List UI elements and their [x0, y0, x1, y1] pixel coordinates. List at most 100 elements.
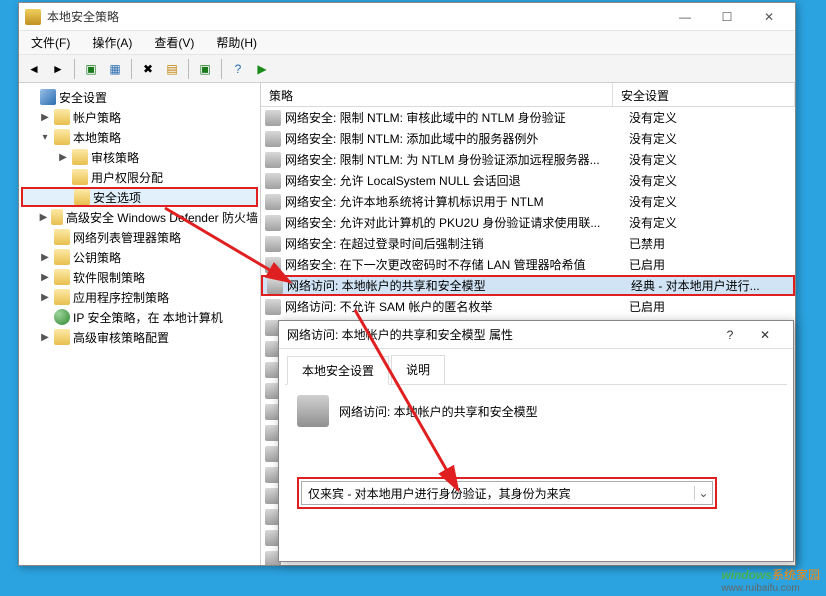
tree-item-label: 帐户策略	[73, 109, 121, 126]
policy-icon	[265, 173, 281, 189]
tab-local-security[interactable]: 本地安全设置	[287, 356, 389, 385]
policy-row[interactable]: 网络安全: 在下一次更改密码时不存储 LAN 管理器哈希值已启用	[261, 254, 795, 275]
policy-row[interactable]: 网络安全: 允许本地系统将计算机标识用于 NTLM没有定义	[261, 191, 795, 212]
folder-icon	[54, 249, 70, 265]
tree-item[interactable]: ▶应用程序控制策略	[21, 287, 258, 307]
tree-item-label: 安全选项	[93, 189, 141, 206]
tree-expander[interactable]: ▾	[39, 132, 51, 143]
dialog-help-button[interactable]: ?	[715, 328, 745, 342]
policy-row[interactable]: 网络安全: 在超过登录时间后强制注销已禁用	[261, 233, 795, 254]
tree-item[interactable]: ▶ 高级审核策略配置	[21, 327, 258, 347]
policy-icon	[267, 278, 283, 294]
policy-name: 网络访问: 本地帐户的共享和安全模型	[287, 277, 631, 294]
policy-name: 网络安全: 限制 NTLM: 为 NTLM 身份验证添加远程服务器...	[285, 151, 629, 168]
policy-row[interactable]: 网络访问: 不允许 SAM 帐户的匿名枚举已启用	[261, 296, 795, 317]
help-button[interactable]: ?	[227, 58, 249, 80]
tree-item[interactable]: ▶公钥策略	[21, 247, 258, 267]
folder-icon	[54, 109, 70, 125]
tree-root[interactable]: 安全设置	[21, 87, 258, 107]
col-policy[interactable]: 策略	[261, 83, 613, 106]
folder-icon	[54, 329, 70, 345]
back-button[interactable]: ◄	[23, 58, 45, 80]
minimize-button[interactable]: —	[665, 5, 705, 29]
tree-expander[interactable]: ▶	[57, 152, 69, 163]
policy-value: 没有定义	[629, 172, 795, 189]
toolbar: ◄ ► ▣ ▦ ✖ ▤ ▣ ? ▶	[19, 55, 795, 83]
tree-item-label: 高级审核策略配置	[73, 329, 169, 346]
policy-name: 网络安全: 限制 NTLM: 添加此域中的服务器例外	[285, 130, 629, 147]
tree-expander[interactable]: ▶	[39, 292, 51, 303]
watermark: windows系统家园 www.ruibaifu.com	[721, 566, 820, 594]
refresh-button[interactable]: ▶	[251, 58, 273, 80]
tree-item-label: 审核策略	[91, 149, 139, 166]
titlebar: 本地安全策略 — ☐ ✕	[19, 3, 795, 31]
delete-button[interactable]: ✖	[137, 58, 159, 80]
policy-value: 没有定义	[629, 130, 795, 147]
policy-icon	[265, 236, 281, 252]
policy-name: 网络访问: 不允许 SAM 帐户的匿名枚举	[285, 298, 629, 315]
folder-icon	[72, 169, 88, 185]
col-setting[interactable]: 安全设置	[613, 83, 795, 106]
tree-expander[interactable]: ▶	[39, 212, 48, 223]
tree-item[interactable]: ▶ 审核策略	[21, 147, 258, 167]
dialog-close-button[interactable]: ✕	[745, 328, 785, 342]
policy-icon	[265, 257, 281, 273]
policy-name: 网络安全: 限制 NTLM: 审核此域中的 NTLM 身份验证	[285, 109, 629, 126]
policy-name: 网络安全: 在下一次更改密码时不存储 LAN 管理器哈希值	[285, 256, 629, 273]
tree-item[interactable]: ▾本地策略	[21, 127, 258, 147]
menu-view[interactable]: 查看(V)	[148, 32, 200, 53]
policy-icon	[265, 299, 281, 315]
folder-icon	[51, 209, 63, 225]
menu-file[interactable]: 文件(F)	[25, 32, 76, 53]
maximize-button[interactable]: ☐	[707, 5, 747, 29]
policy-icon	[265, 110, 281, 126]
policy-value: 没有定义	[629, 214, 795, 231]
close-button[interactable]: ✕	[749, 5, 789, 29]
tree-item[interactable]: ▶ 软件限制策略	[21, 267, 258, 287]
tree-expander[interactable]: ▶	[39, 252, 51, 263]
policy-row[interactable]: 网络访问: 本地帐户的共享和安全模型经典 - 对本地用户进行...	[261, 275, 795, 296]
policy-row[interactable]: 网络安全: 允许 LocalSystem NULL 会话回退没有定义	[261, 170, 795, 191]
list-header: 策略 安全设置	[261, 83, 795, 107]
tree-label: 安全设置	[59, 89, 107, 106]
tab-explain[interactable]: 说明	[391, 355, 445, 384]
policy-value: 已禁用	[629, 235, 795, 252]
combo-value: 仅来宾 - 对本地用户进行身份验证，其身份为来宾	[302, 485, 694, 502]
policy-value: 没有定义	[629, 193, 795, 210]
folder-icon	[54, 129, 70, 145]
window-title: 本地安全策略	[47, 8, 665, 25]
folder-icon	[54, 289, 70, 305]
export-button[interactable]: ▣	[194, 58, 216, 80]
tree-item-label: 软件限制策略	[73, 269, 145, 286]
tree-expander[interactable]: ▶	[39, 332, 51, 343]
up-button[interactable]: ▣	[80, 58, 102, 80]
tree-item[interactable]: 网络列表管理器策略	[21, 227, 258, 247]
tree-item-label: IP 安全策略，在 本地计算机	[73, 309, 223, 326]
show-tree-button[interactable]: ▦	[104, 58, 126, 80]
security-model-combo[interactable]: 仅来宾 - 对本地用户进行身份验证，其身份为来宾 ⌄	[301, 481, 713, 505]
policy-icon	[297, 395, 329, 427]
menu-action[interactable]: 操作(A)	[86, 32, 138, 53]
tree-item[interactable]: 安全选项	[21, 187, 258, 207]
properties-button[interactable]: ▤	[161, 58, 183, 80]
tree-item[interactable]: ▶ 帐户策略	[21, 107, 258, 127]
tree-item[interactable]: ▶高级安全 Windows Defender 防火墙	[21, 207, 258, 227]
policy-row[interactable]: 网络安全: 限制 NTLM: 添加此域中的服务器例外没有定义	[261, 128, 795, 149]
tree-item[interactable]: 用户权限分配	[21, 167, 258, 187]
tree-expander[interactable]: ▶	[39, 112, 51, 123]
tree-item[interactable]: IP 安全策略，在 本地计算机	[21, 307, 258, 327]
policy-row[interactable]: 网络安全: 限制 NTLM: 审核此域中的 NTLM 身份验证没有定义	[261, 107, 795, 128]
policy-icon	[265, 131, 281, 147]
nav-tree[interactable]: 安全设置 ▶ 帐户策略▾本地策略 ▶ 审核策略用户权限分配安全选项▶高级安全 Wind…	[19, 83, 261, 565]
forward-button[interactable]: ►	[47, 58, 69, 80]
menubar: 文件(F) 操作(A) 查看(V) 帮助(H)	[19, 31, 795, 55]
policy-row[interactable]: 网络安全: 允许对此计算机的 PKU2U 身份验证请求使用联...没有定义	[261, 212, 795, 233]
desktop-icon	[0, 120, 16, 180]
menu-help[interactable]: 帮助(H)	[210, 32, 263, 53]
chevron-down-icon[interactable]: ⌄	[694, 486, 712, 500]
tree-expander[interactable]: ▶	[39, 272, 51, 283]
policy-row[interactable]: 网络安全: 限制 NTLM: 为 NTLM 身份验证添加远程服务器...没有定义	[261, 149, 795, 170]
policy-name: 网络安全: 允许 LocalSystem NULL 会话回退	[285, 172, 629, 189]
tree-item-label: 网络列表管理器策略	[73, 229, 181, 246]
policy-value: 没有定义	[629, 151, 795, 168]
